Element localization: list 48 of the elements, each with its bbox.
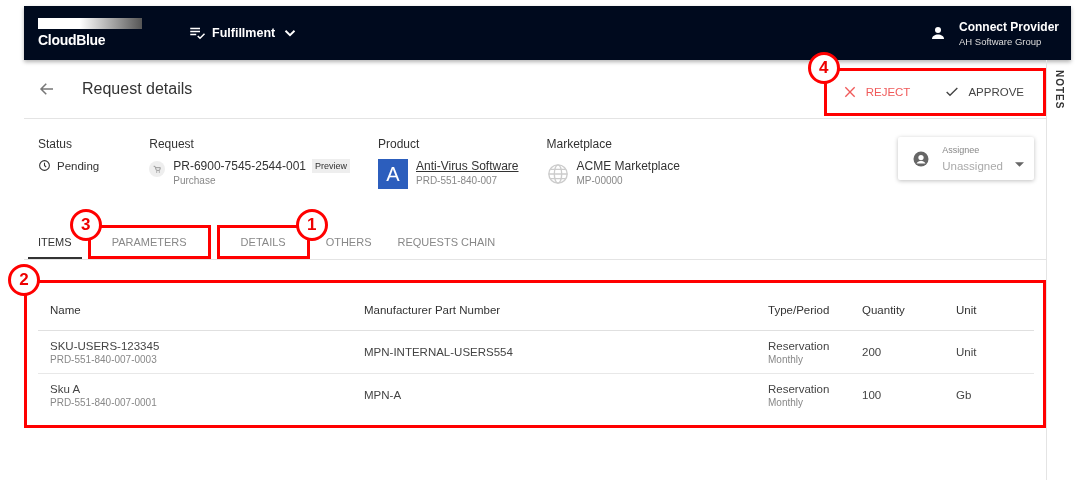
status-value: Pending [57, 159, 100, 172]
table-cell: MPN-INTERNAL-USERS554 [352, 330, 756, 374]
globe-icon [546, 163, 569, 185]
user-company: AH Software Group [958, 35, 1043, 47]
product-id: PRD-551-840-007 [416, 175, 499, 186]
logo-gradient-icon [38, 18, 142, 29]
table-cell: Gb [944, 373, 1034, 416]
module-switcher[interactable]: Fulfillment [182, 23, 306, 43]
table-cell: Unit [944, 330, 1034, 374]
tab[interactable]: PARAMETERS [101, 228, 197, 259]
tab[interactable]: REQUESTS CHAIN [387, 228, 506, 259]
field-label: Marketplace [546, 137, 613, 151]
back-arrow-icon[interactable] [38, 80, 56, 98]
table-cell: Reservation Monthly [756, 330, 850, 374]
callout-number: 2 [8, 264, 40, 296]
column-header: Name [38, 292, 352, 331]
callout-number: 4 [807, 52, 840, 84]
user-name: Connect Provider [958, 19, 1059, 34]
table-cell: 200 [850, 330, 944, 374]
marketplace-id: MP-00000 [576, 175, 624, 186]
notes-tab[interactable]: NOTES [1054, 70, 1064, 110]
request-type: Purchase [173, 175, 217, 186]
cart-icon [149, 161, 166, 177]
assignee-select[interactable]: Assignee Unassigned [898, 137, 1034, 180]
table-cell: Reservation Monthly [756, 373, 850, 416]
column-header: Unit [944, 292, 1034, 331]
field-label: Product [378, 137, 421, 151]
table-cell: 100 [850, 373, 944, 416]
page-title: Request details [82, 80, 193, 98]
tab[interactable]: DETAILS [230, 228, 296, 259]
product-link[interactable]: Anti-Virus Software [416, 159, 519, 173]
column-header: Type/Period [756, 292, 850, 331]
column-header: Manufacturer Part Number [352, 292, 756, 331]
marketplace-name: ACME Marketplace [576, 159, 680, 173]
approve-button[interactable]: APPROVE [934, 76, 1034, 108]
field-label: Request [149, 137, 195, 151]
logo: CloudBlue [38, 32, 107, 48]
preview-badge: Preview [312, 159, 350, 173]
field-label: Status [38, 137, 74, 151]
product-avatar: A [378, 159, 408, 189]
table-cell: Sku A PRD-551-840-007-0001 [38, 373, 352, 416]
account-icon [912, 149, 931, 168]
column-header: Quantity [850, 292, 944, 331]
caret-icon [1015, 162, 1024, 167]
clock-icon [38, 159, 51, 172]
table-cell: SKU-USERS-123345 PRD-551-840-007-0003 [38, 330, 352, 374]
request-id: PR-6900-7545-2544-001 [173, 159, 306, 173]
table-cell: MPN-A [352, 373, 756, 416]
